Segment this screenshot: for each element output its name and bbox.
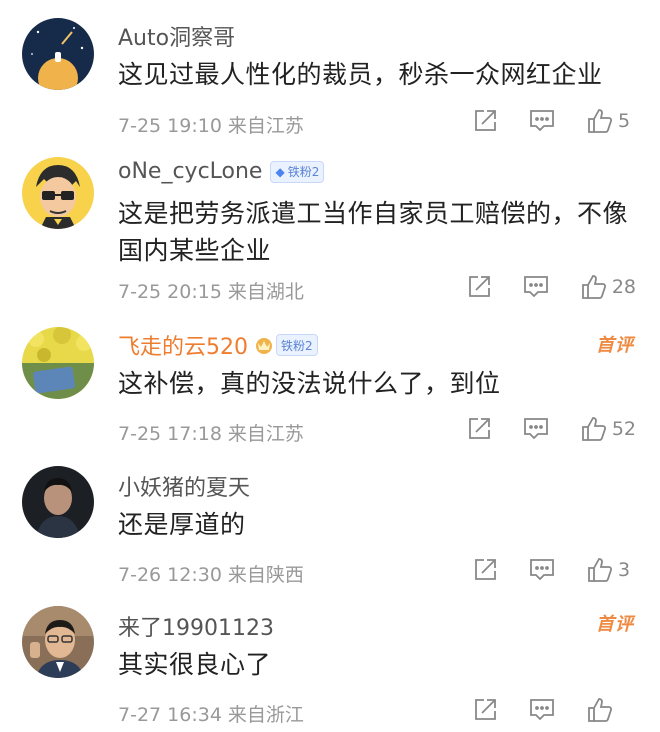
comment-meta: 7-26 12:30 来自陕西 — [118, 560, 304, 587]
fan-diamond-icon: ◆ — [275, 164, 285, 179]
first-comment-tag: 首评 — [596, 335, 634, 356]
comment-time: 7-27 16:34 — [118, 704, 222, 726]
comment-meta: 7-25 19:10 来自江苏 — [118, 111, 304, 138]
comment-text: 其实很良心了 — [118, 650, 272, 679]
comment-meta: 7-27 16:34 来自浙江 — [118, 700, 304, 727]
share-button[interactable] — [472, 557, 498, 583]
username[interactable]: 飞走的云520 铁粉2 — [118, 329, 318, 361]
avatar[interactable] — [22, 157, 94, 229]
comment-text: 这是把劳务派遣工当作自家员工赔偿的，不像国内某些企业 — [118, 199, 629, 265]
comment-meta: 7-25 17:18 来自江苏 — [118, 419, 304, 446]
username[interactable]: 小妖猪的夏天 — [118, 470, 250, 502]
fan-badge[interactable]: ◆ 铁粉2 — [270, 160, 325, 183]
comment-time: 7-26 12:30 — [118, 564, 222, 586]
share-button[interactable] — [472, 697, 498, 723]
share-icon — [468, 276, 490, 297]
comment-time: 7-25 19:10 — [118, 115, 222, 137]
share-icon — [475, 699, 496, 720]
comment-location: 来自江苏 — [227, 423, 304, 445]
like-icon — [588, 558, 613, 582]
share-button[interactable] — [466, 274, 492, 300]
comment-item: 来了19901123 首评 其实很良心了 7-27 16:34 来自浙江 — [0, 602, 660, 732]
reply-button[interactable] — [528, 108, 556, 134]
fan-badge-label: 铁粉2 — [281, 338, 313, 353]
username-text[interactable]: 来了19901123 — [118, 610, 274, 642]
reply-button[interactable] — [522, 274, 550, 300]
share-icon — [475, 559, 496, 580]
like-icon — [581, 275, 606, 299]
comment-text: 这见过最人性化的裁员，秒杀一众网红企业 — [118, 60, 603, 89]
comment-location: 来自浙江 — [227, 704, 304, 726]
like-count: 52 — [611, 418, 636, 440]
share-icon — [468, 418, 490, 439]
comment-item: Auto洞察哥 这见过最人性化的裁员，秒杀一众网红企业 7-25 19:10 来自… — [0, 0, 660, 145]
avatar[interactable] — [22, 466, 94, 538]
username-text[interactable]: oNe_cycLone — [118, 159, 262, 184]
username-text[interactable]: Auto洞察哥 — [118, 20, 235, 52]
like-button[interactable]: 28 — [580, 274, 636, 300]
comment-actions: 52 — [436, 416, 636, 442]
like-count: 3 — [618, 559, 631, 581]
like-count: 5 — [618, 110, 631, 132]
first-comment-tag: 首评 — [596, 614, 634, 635]
comment-location: 来自湖北 — [227, 281, 304, 303]
avatar[interactable] — [22, 327, 94, 399]
like-count: 28 — [611, 276, 636, 298]
reply-icon — [523, 418, 548, 440]
avatar[interactable] — [22, 606, 94, 678]
reply-button[interactable] — [522, 416, 550, 442]
like-button[interactable] — [586, 697, 636, 723]
username-text[interactable]: 飞走的云520 — [118, 329, 248, 361]
comment-meta: 7-25 20:15 来自湖北 — [118, 277, 304, 304]
comment-item: oNe_cycLone ◆ 铁粉2 这是把劳务派遣工当作自家员工赔偿的，不像国内… — [0, 145, 660, 319]
comment-time: 7-25 20:15 — [118, 281, 222, 303]
reply-icon — [530, 699, 554, 721]
reply-button[interactable] — [528, 697, 556, 723]
comment-time: 7-25 17:18 — [118, 423, 222, 445]
avatar[interactable] — [22, 18, 94, 90]
fan-crown-icon — [256, 338, 272, 354]
username[interactable]: Auto洞察哥 — [118, 20, 235, 52]
comment-location: 来自陕西 — [227, 564, 304, 586]
reply-icon — [530, 559, 554, 581]
like-icon — [588, 109, 613, 133]
fan-badge[interactable]: 铁粉2 — [276, 334, 318, 356]
reply-button[interactable] — [528, 557, 556, 583]
comment-item: 小妖猪的夏天 还是厚道的 7-26 12:30 来自陕西 3 — [0, 462, 660, 602]
share-button[interactable] — [466, 416, 492, 442]
share-icon — [475, 110, 496, 131]
comment-actions: 5 — [442, 108, 636, 134]
username[interactable]: oNe_cycLone ◆ 铁粉2 — [118, 159, 325, 184]
comment-item: 飞走的云520 铁粉2 首评 这补偿，真的没法说什么了，到位 7-25 17:1… — [0, 319, 660, 462]
like-button[interactable]: 3 — [586, 557, 636, 583]
like-button[interactable]: 52 — [580, 416, 636, 442]
comment-actions — [442, 697, 636, 723]
username[interactable]: 来了19901123 — [118, 610, 274, 642]
comment-text: 这补偿，真的没法说什么了，到位 — [118, 369, 501, 398]
like-button[interactable]: 5 — [586, 108, 636, 134]
share-button[interactable] — [472, 108, 498, 134]
like-icon — [581, 417, 606, 441]
like-icon — [588, 698, 613, 722]
username-text[interactable]: 小妖猪的夏天 — [118, 470, 250, 502]
reply-icon — [523, 276, 548, 298]
comment-location: 来自江苏 — [227, 115, 304, 137]
comment-actions: 3 — [442, 557, 636, 583]
fan-badge-label: 铁粉2 — [287, 165, 320, 179]
reply-icon — [530, 110, 554, 132]
comment-text: 还是厚道的 — [118, 510, 246, 539]
comment-actions: 28 — [436, 274, 636, 300]
